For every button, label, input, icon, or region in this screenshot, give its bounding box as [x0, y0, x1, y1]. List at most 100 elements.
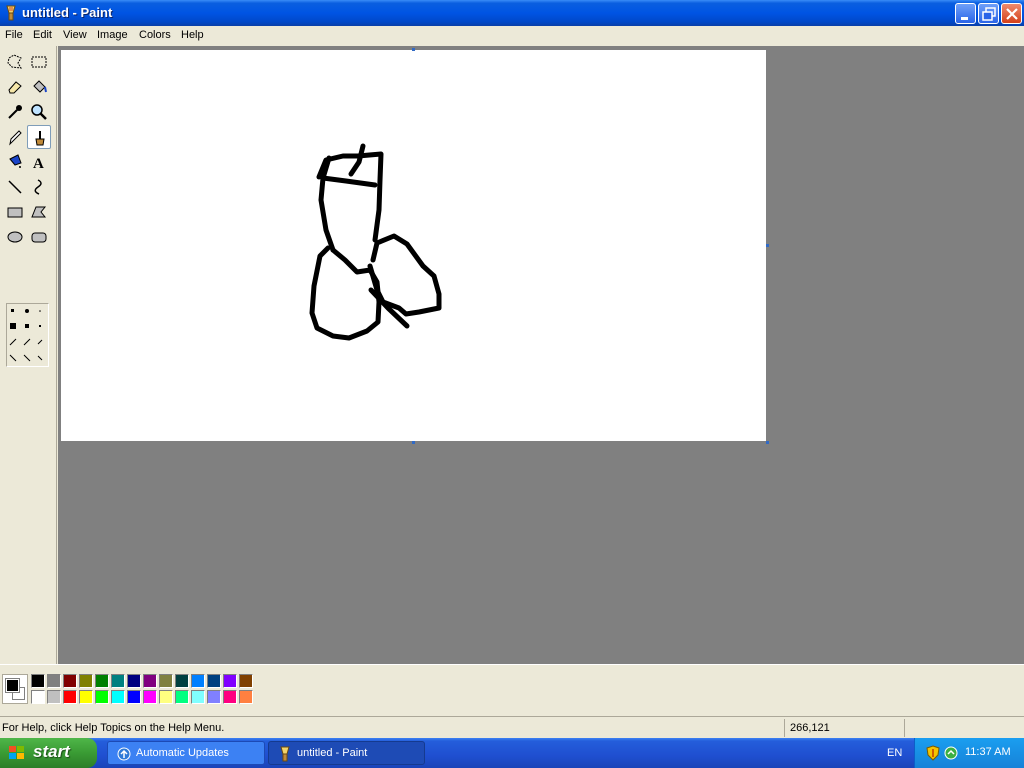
window-title: untitled - Paint	[22, 5, 113, 20]
rectangle-icon	[7, 207, 23, 218]
cursor-coordinates: 266,121	[790, 722, 830, 734]
color-swatch[interactable]	[239, 690, 253, 704]
color-swatch[interactable]	[191, 674, 205, 688]
tool-line[interactable]	[3, 175, 27, 199]
minimize-icon	[961, 17, 968, 20]
menu-colors[interactable]: Colors	[139, 29, 171, 41]
windows-update-icon	[117, 747, 131, 761]
menu-bar: File Edit View Image Colors Help	[0, 26, 1024, 45]
drawing-strokes	[309, 143, 442, 341]
free-form-select-icon	[7, 54, 22, 69]
color-swatch[interactable]	[191, 690, 205, 704]
maximize-icon	[982, 7, 996, 21]
tool-curve[interactable]	[27, 175, 51, 199]
color-swatch[interactable]	[47, 690, 61, 704]
tool-select[interactable]	[27, 50, 51, 74]
brush-shape-options[interactable]	[6, 303, 49, 367]
menu-help[interactable]: Help	[181, 29, 204, 41]
color-swatch[interactable]	[175, 674, 189, 688]
curve-icon	[34, 179, 42, 195]
start-button[interactable]: start	[0, 738, 97, 768]
menu-edit[interactable]: Edit	[33, 29, 52, 41]
color-swatch[interactable]	[175, 690, 189, 704]
tool-polygon[interactable]	[27, 200, 51, 224]
tool-ellipse[interactable]	[3, 225, 27, 249]
color-swatch[interactable]	[127, 674, 141, 688]
pencil-icon	[9, 130, 22, 146]
color-swatch[interactable]	[79, 674, 93, 688]
color-swatch[interactable]	[239, 674, 253, 688]
tool-fill[interactable]	[27, 75, 51, 99]
color-swatch[interactable]	[143, 690, 157, 704]
taskbar-item-automatic-updates[interactable]: Automatic Updates	[107, 741, 265, 765]
tool-magnifier[interactable]	[27, 100, 51, 124]
airbrush-icon	[9, 154, 22, 168]
color-swatch[interactable]	[143, 674, 157, 688]
select-icon	[31, 56, 47, 68]
color-swatch[interactable]	[31, 674, 45, 688]
status-divider	[784, 719, 785, 737]
color-swatch[interactable]	[63, 690, 77, 704]
security-shield-icon[interactable]	[925, 745, 941, 761]
tool-eraser[interactable]	[3, 75, 27, 99]
taskbar-item-paint[interactable]: untitled - Paint	[268, 741, 425, 765]
close-icon	[1006, 8, 1018, 20]
foreground-color	[5, 678, 20, 693]
drawing-canvas[interactable]	[61, 50, 766, 441]
start-label: start	[33, 742, 70, 761]
network-updates-icon[interactable]	[943, 745, 959, 761]
tool-brush[interactable]	[27, 125, 51, 149]
color-swatch[interactable]	[111, 674, 125, 688]
svg-text:A: A	[33, 156, 44, 171]
language-indicator[interactable]: EN	[887, 747, 902, 759]
restore-button[interactable]	[978, 3, 999, 24]
eraser-icon	[8, 81, 22, 94]
color-swatch[interactable]	[79, 690, 93, 704]
task-label: Automatic Updates	[136, 747, 229, 759]
ellipse-icon	[7, 231, 23, 243]
brush-shapes-icon	[9, 309, 43, 362]
color-swatch[interactable]	[63, 674, 77, 688]
status-help-text: For Help, click Help Topics on the Help …	[2, 722, 225, 734]
resize-handle-bottom[interactable]	[412, 441, 415, 444]
resize-handle-corner[interactable]	[766, 441, 769, 444]
current-colors[interactable]	[2, 674, 28, 704]
magnifier-icon	[31, 104, 47, 120]
menu-image[interactable]: Image	[97, 29, 128, 41]
tool-pencil[interactable]	[3, 125, 27, 149]
resize-handle-top[interactable]	[412, 48, 415, 51]
color-swatch[interactable]	[207, 674, 221, 688]
color-swatch[interactable]	[223, 674, 237, 688]
color-swatch[interactable]	[223, 690, 237, 704]
minimize-button[interactable]	[955, 3, 976, 24]
title-bar[interactable]: untitled - Paint	[0, 0, 1024, 26]
color-swatch[interactable]	[207, 690, 221, 704]
color-swatch[interactable]	[159, 690, 173, 704]
tool-rounded-rectangle[interactable]	[27, 225, 51, 249]
color-swatch[interactable]	[95, 690, 109, 704]
status-divider	[904, 719, 905, 737]
menu-file[interactable]: File	[5, 29, 23, 41]
color-swatch[interactable]	[111, 690, 125, 704]
tool-airbrush[interactable]	[3, 150, 27, 174]
paint-icon	[6, 5, 16, 21]
color-swatch[interactable]	[95, 674, 109, 688]
tool-rectangle[interactable]	[3, 200, 27, 224]
color-swatch[interactable]	[47, 674, 61, 688]
color-swatch[interactable]	[159, 674, 173, 688]
status-bar: For Help, click Help Topics on the Help …	[0, 716, 1024, 738]
menu-view[interactable]: View	[63, 29, 87, 41]
close-button[interactable]	[1001, 3, 1022, 24]
tool-pick-color[interactable]	[3, 100, 27, 124]
text-icon: A	[33, 156, 44, 171]
resize-handle-right[interactable]	[766, 244, 769, 247]
tool-text[interactable]: A	[27, 150, 51, 174]
color-swatch[interactable]	[31, 690, 45, 704]
taskbar: start Automatic Updates untitled - Paint…	[0, 738, 1024, 768]
clock[interactable]: 11:37 AM	[965, 746, 1011, 758]
eyedropper-icon	[8, 105, 22, 119]
system-tray: 11:37 AM	[914, 738, 1024, 768]
tool-free-form-select[interactable]	[3, 50, 27, 74]
polygon-icon	[31, 206, 47, 218]
color-swatch[interactable]	[127, 690, 141, 704]
